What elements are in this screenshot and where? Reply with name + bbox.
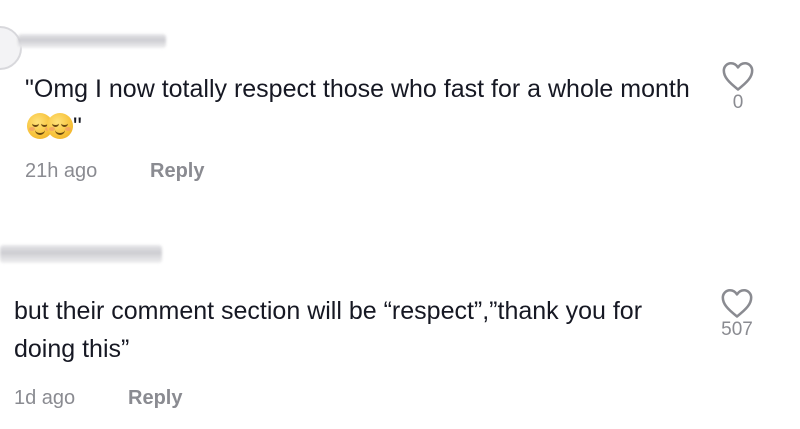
comment-body-tail: " bbox=[73, 113, 82, 141]
username-redacted bbox=[18, 34, 166, 48]
comment-item: but their comment section will be “respe… bbox=[0, 215, 800, 429]
heart-outline-icon[interactable] bbox=[721, 60, 755, 92]
comment-timestamp: 1d ago bbox=[14, 387, 76, 409]
reply-button[interactable]: Reply bbox=[128, 387, 182, 410]
heart-outline-icon[interactable] bbox=[720, 287, 754, 319]
comment-text: "Omg I now totally respect those who fas… bbox=[25, 70, 695, 146]
comment-text: but their comment section will be “respe… bbox=[14, 297, 649, 363]
comment-timestamp: 21h ago bbox=[25, 160, 98, 182]
like-count: 0 bbox=[732, 92, 744, 113]
relieved-face-emoji-icon bbox=[47, 113, 73, 139]
avatar[interactable] bbox=[0, 26, 22, 70]
like-button[interactable]: 0 bbox=[708, 60, 768, 114]
comment-item: "Omg I now totally respect those who fas… bbox=[0, 0, 800, 215]
like-button[interactable]: 507 bbox=[707, 287, 767, 341]
reply-button[interactable]: Reply bbox=[150, 160, 204, 183]
like-count: 507 bbox=[721, 319, 753, 340]
username-redacted bbox=[0, 245, 162, 263]
comment-body: "Omg I now totally respect those who fas… bbox=[25, 75, 697, 103]
